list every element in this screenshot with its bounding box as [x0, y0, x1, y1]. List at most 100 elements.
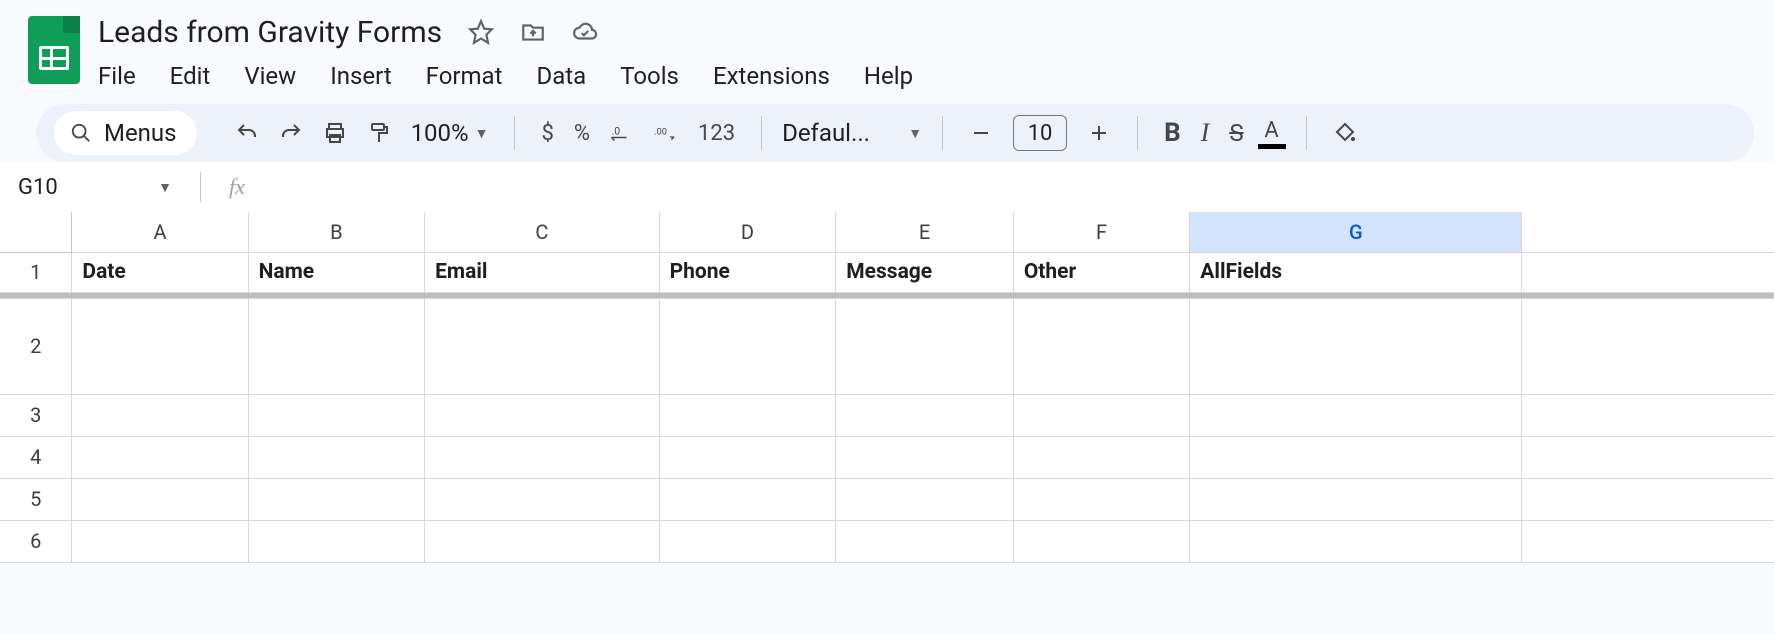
cell-B1[interactable]: Name [248, 252, 425, 292]
text-color-button[interactable]: A [1258, 118, 1286, 149]
more-formats-button[interactable]: 123 [692, 121, 741, 146]
move-icon[interactable] [520, 19, 546, 45]
cell-B4[interactable] [248, 436, 425, 478]
cell-D4[interactable] [659, 436, 836, 478]
menu-view[interactable]: View [244, 62, 296, 90]
sheets-logo[interactable] [28, 16, 80, 84]
cell-G2[interactable] [1190, 298, 1522, 394]
percent-button[interactable]: % [568, 121, 596, 146]
font-family-select[interactable]: Defaul... ▼ [782, 119, 922, 147]
cell-G6[interactable] [1190, 520, 1522, 562]
cell-D5[interactable] [659, 478, 836, 520]
cell-C6[interactable] [425, 520, 659, 562]
spreadsheet-grid[interactable]: A B C D E F G 1 Date Name Email Phone Me… [0, 212, 1774, 563]
menu-edit[interactable]: Edit [170, 62, 211, 90]
cell-C3[interactable] [425, 394, 659, 436]
menu-help[interactable]: Help [864, 62, 913, 90]
menu-tools[interactable]: Tools [620, 62, 679, 90]
cell-D6[interactable] [659, 520, 836, 562]
row-header-5[interactable]: 5 [0, 478, 72, 520]
decrease-decimal-button[interactable]: .0 [604, 115, 640, 151]
column-header-B[interactable]: B [248, 212, 425, 252]
cell-G3[interactable] [1190, 394, 1522, 436]
increase-font-size-button[interactable] [1081, 115, 1117, 151]
row-header-4[interactable]: 4 [0, 436, 72, 478]
row-header-2[interactable]: 2 [0, 298, 72, 394]
menu-insert[interactable]: Insert [330, 62, 391, 90]
undo-button[interactable] [229, 115, 265, 151]
cell-A1[interactable]: Date [72, 252, 248, 292]
cell-E2[interactable] [836, 298, 1014, 394]
column-header-A[interactable]: A [72, 212, 248, 252]
menus-search-button[interactable]: Menus [54, 111, 197, 155]
cell-F1[interactable]: Other [1013, 252, 1189, 292]
cell-F6[interactable] [1013, 520, 1189, 562]
paint-format-button[interactable] [361, 115, 397, 151]
menu-extensions[interactable]: Extensions [713, 62, 830, 90]
cell-D3[interactable] [659, 394, 836, 436]
cell-A5[interactable] [72, 478, 248, 520]
row-header-3[interactable]: 3 [0, 394, 72, 436]
cell-C1[interactable]: Email [425, 252, 659, 292]
strikethrough-button[interactable]: S [1223, 119, 1249, 147]
cell-G5[interactable] [1190, 478, 1522, 520]
bold-button[interactable]: B [1158, 118, 1187, 148]
name-box[interactable]: G10 ▼ [12, 175, 172, 200]
cell-B5[interactable] [248, 478, 425, 520]
redo-button[interactable] [273, 115, 309, 151]
column-header-C[interactable]: C [425, 212, 659, 252]
cell-E3[interactable] [836, 394, 1014, 436]
cell-B2[interactable] [248, 298, 425, 394]
paint-bucket-icon [1333, 121, 1357, 145]
increase-decimal-button[interactable]: .00 [648, 115, 684, 151]
cell-D1[interactable]: Phone [659, 252, 836, 292]
zoom-select[interactable]: 100% ▼ [405, 119, 495, 147]
cell-E4[interactable] [836, 436, 1014, 478]
cell-G1[interactable]: AllFields [1190, 252, 1522, 292]
cell-B6[interactable] [248, 520, 425, 562]
cell-A4[interactable] [72, 436, 248, 478]
column-header-E[interactable]: E [836, 212, 1014, 252]
cell-H1[interactable] [1522, 252, 1774, 292]
cell-A2[interactable] [72, 298, 248, 394]
cell-C4[interactable] [425, 436, 659, 478]
italic-button[interactable]: I [1195, 118, 1216, 148]
cloud-status-icon[interactable] [572, 19, 598, 45]
cell-A3[interactable] [72, 394, 248, 436]
cell-B3[interactable] [248, 394, 425, 436]
fill-color-button[interactable] [1327, 115, 1363, 151]
menu-file[interactable]: File [98, 62, 136, 90]
decrease-font-size-button[interactable] [963, 115, 999, 151]
cell-E1[interactable]: Message [836, 252, 1014, 292]
column-header-D[interactable]: D [659, 212, 836, 252]
cell-C5[interactable] [425, 478, 659, 520]
currency-button[interactable]: $ [535, 121, 559, 146]
document-title[interactable]: Leads from Gravity Forms [94, 13, 446, 52]
cell-G4[interactable] [1190, 436, 1522, 478]
cell-C2[interactable] [425, 298, 659, 394]
row-header-1[interactable]: 1 [0, 252, 72, 292]
cell-F2[interactable] [1013, 298, 1189, 394]
column-header-F[interactable]: F [1013, 212, 1189, 252]
cell-H5[interactable] [1522, 478, 1774, 520]
cell-H3[interactable] [1522, 394, 1774, 436]
menu-format[interactable]: Format [426, 62, 503, 90]
cell-F3[interactable] [1013, 394, 1189, 436]
print-button[interactable] [317, 115, 353, 151]
cell-D2[interactable] [659, 298, 836, 394]
cell-H6[interactable] [1522, 520, 1774, 562]
cell-H2[interactable] [1522, 298, 1774, 394]
cell-A6[interactable] [72, 520, 248, 562]
cell-E6[interactable] [836, 520, 1014, 562]
cell-F5[interactable] [1013, 478, 1189, 520]
row-header-6[interactable]: 6 [0, 520, 72, 562]
cell-H4[interactable] [1522, 436, 1774, 478]
column-header-G[interactable]: G [1190, 212, 1522, 252]
font-size-input[interactable]: 10 [1013, 115, 1067, 151]
star-icon[interactable] [468, 19, 494, 45]
cell-F4[interactable] [1013, 436, 1189, 478]
column-header-cutoff[interactable] [1522, 212, 1774, 252]
cell-E5[interactable] [836, 478, 1014, 520]
select-all-corner[interactable] [0, 212, 72, 252]
menu-data[interactable]: Data [536, 62, 586, 90]
